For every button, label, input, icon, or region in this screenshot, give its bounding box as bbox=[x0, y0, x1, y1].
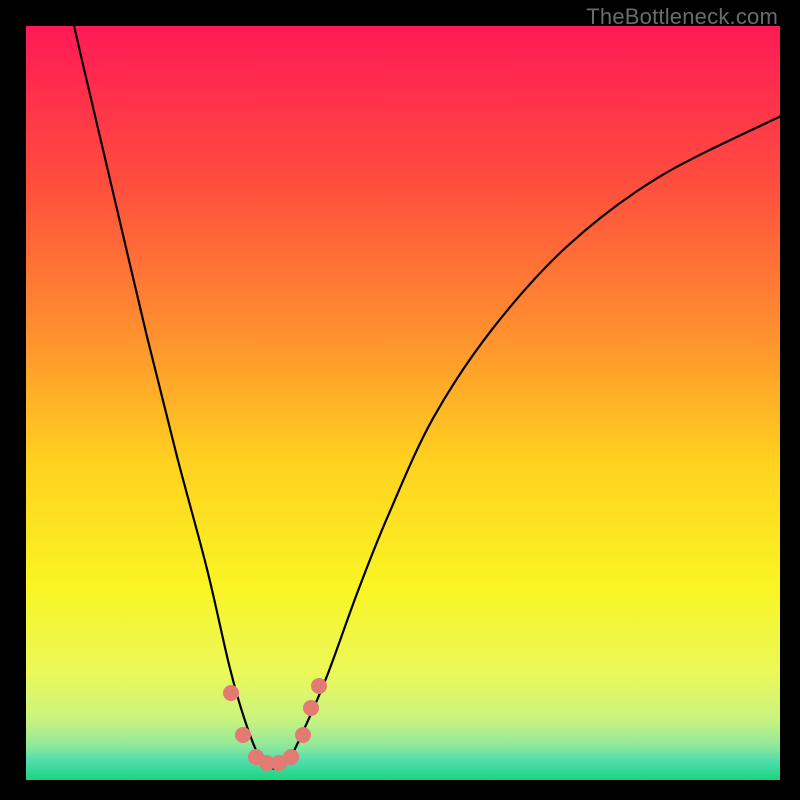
plot-area bbox=[26, 26, 780, 780]
curve-marker bbox=[235, 727, 251, 743]
curve-marker bbox=[311, 678, 327, 694]
gradient-background bbox=[26, 26, 780, 780]
watermark-text: TheBottleneck.com bbox=[586, 4, 778, 30]
curve-marker bbox=[295, 727, 311, 743]
